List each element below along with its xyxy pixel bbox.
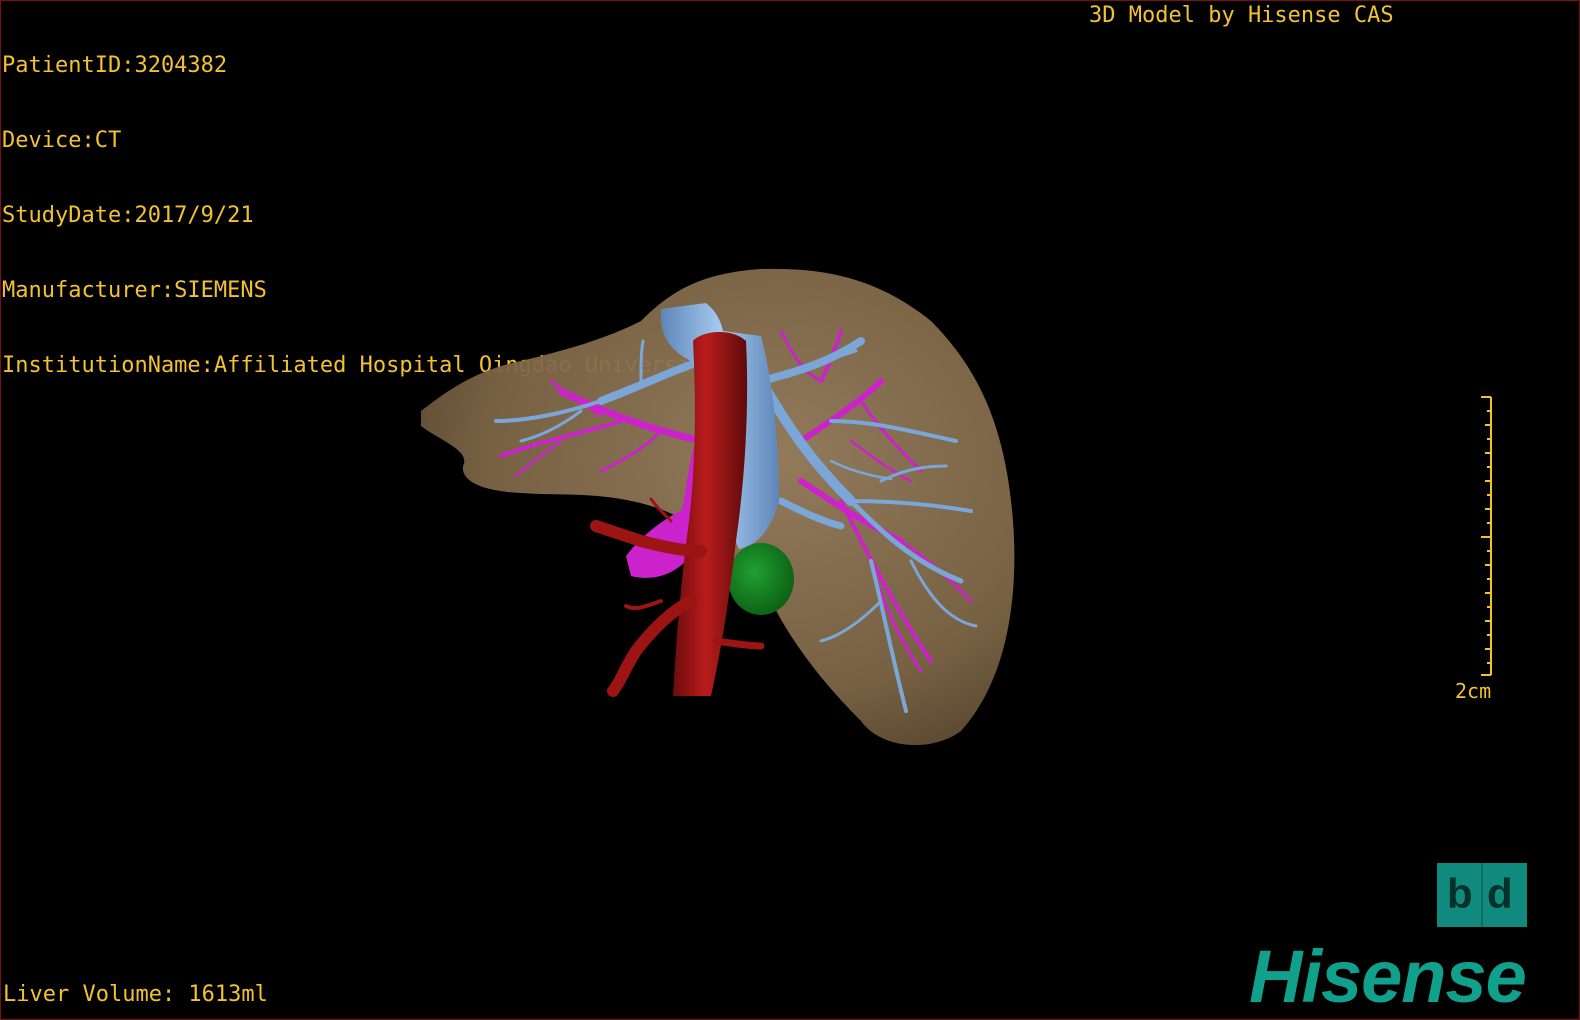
scale-bar <box>1481 396 1492 676</box>
3d-viewport[interactable]: PatientID:3204382 Device:CT StudyDate:20… <box>0 0 1580 1020</box>
orientation-cube[interactable]: d d <box>1437 863 1527 927</box>
orientation-left-face: d <box>1447 870 1473 917</box>
orientation-divider <box>1481 863 1483 927</box>
hisense-logo: Hisense <box>1249 935 1527 1018</box>
orientation-right-face: d <box>1487 870 1513 917</box>
liver-volume: Liver Volume: 1613ml <box>3 982 268 1007</box>
scale-label: 2cm <box>1455 679 1492 703</box>
liver-3d-model[interactable] <box>1 1 1580 1020</box>
tumor-lesion <box>728 543 794 615</box>
